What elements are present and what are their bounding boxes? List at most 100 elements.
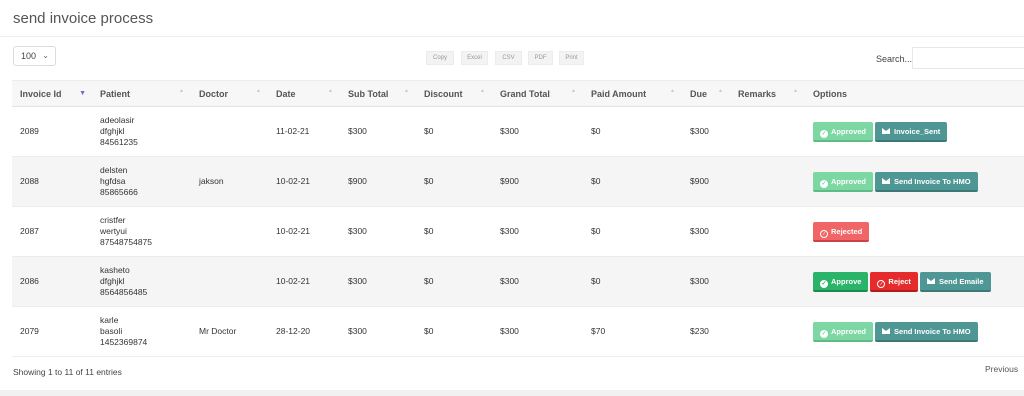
column-header-remarks[interactable]: Remarks ▲: [730, 80, 805, 107]
cell-discount: $0: [416, 156, 492, 207]
sort-icon: ▲: [718, 88, 723, 94]
cell-date: 10-02-21: [268, 256, 340, 307]
sort-icon: ▲: [328, 88, 333, 94]
column-header-grand-total[interactable]: Grand Total ▲: [492, 80, 583, 107]
invoice-panel: send invoice process 100 ⌄ Copy Excel CS…: [0, 0, 1024, 390]
previous-page-link[interactable]: Previous: [985, 364, 1018, 374]
check-circle-icon: ✓: [820, 329, 828, 338]
approved-button[interactable]: ✓ Approved: [813, 171, 874, 192]
cell-patient: karle basoli 1452369874: [92, 306, 191, 357]
cell-date: 28-12-20: [268, 306, 340, 357]
reject-button[interactable]: ∕ Reject: [870, 271, 918, 292]
cell-due: $900: [682, 156, 730, 207]
patient-line: adeolasir: [100, 115, 135, 125]
send-button[interactable]: Send Invoice To HMO: [875, 321, 978, 342]
csv-button[interactable]: CSV: [495, 51, 522, 65]
cell-date: 10-02-21: [268, 206, 340, 257]
invoice-table: Invoice Id ▼ Patient ▲ Doctor ▲ Date ▲ Sub Total…: [12, 80, 1024, 357]
sort-icon: ▲: [571, 88, 576, 94]
cell-sub-total: $300: [340, 306, 416, 357]
table-row: 2079 karle basoli 1452369874 Mr Doctor 28-12-…: [12, 306, 1024, 357]
sort-icon: ▲: [179, 88, 184, 94]
table-row: 2087 cristfer wertyui 87548754875 10-02-21 $3…: [12, 206, 1024, 257]
approved-button[interactable]: ✓ Approved: [813, 321, 874, 342]
cell-doctor: [191, 206, 268, 257]
column-header-discount[interactable]: Discount ▲: [416, 80, 492, 107]
pdf-button[interactable]: PDF: [528, 51, 553, 65]
print-button[interactable]: Print: [559, 51, 584, 65]
column-header-doctor[interactable]: Doctor ▲: [191, 80, 268, 107]
cell-patient: delsten hgfdsa 85865666: [92, 156, 191, 207]
patient-line: delsten: [100, 165, 128, 175]
sort-icon: ▲: [793, 88, 798, 94]
page-length-value: 100: [21, 51, 37, 61]
send-button[interactable]: Send Emaile: [919, 271, 991, 292]
cell-discount: $0: [416, 256, 492, 307]
check-circle-icon: ✓: [820, 129, 828, 138]
cell-date: 11-02-21: [268, 106, 340, 157]
button-label: Send Emaile: [938, 276, 984, 286]
patient-line: karle: [100, 315, 119, 325]
column-header-label: Remarks: [738, 88, 777, 99]
cell-remarks: [730, 156, 805, 207]
column-header-invoice-id[interactable]: Invoice Id ▼: [12, 80, 92, 107]
column-header-sub-total[interactable]: Sub Total ▲: [340, 80, 416, 107]
table-info: Showing 1 to 11 of 11 entries: [13, 367, 122, 377]
cell-sub-total: $300: [340, 256, 416, 307]
button-label: Approved: [831, 126, 867, 136]
patient-line: 87548754875: [100, 237, 153, 247]
patient-line: 85865666: [100, 187, 138, 197]
search-label: Search...: [876, 54, 913, 64]
column-header-date[interactable]: Date ▲: [268, 80, 340, 107]
excel-button[interactable]: Excel: [461, 51, 488, 65]
button-label: Rejected: [831, 226, 863, 236]
rejected-button[interactable]: ∕ Rejected: [813, 221, 870, 242]
send-button[interactable]: Invoice_Sent: [875, 121, 948, 142]
column-header-due[interactable]: Due ▲: [682, 80, 730, 107]
cell-options: ✓ Approve ∕ Reject Send Emaile: [805, 256, 1024, 307]
sort-desc-icon: ▼: [79, 90, 86, 97]
patient-line: 84561235: [100, 137, 138, 147]
cell-discount: $0: [416, 306, 492, 357]
cell-grand-total: $900: [492, 156, 583, 207]
cell-patient: cristfer wertyui 87548754875: [92, 206, 191, 257]
sort-icon: ▲: [480, 88, 485, 94]
approve-button[interactable]: ✓ Approve: [813, 271, 869, 292]
column-header-patient[interactable]: Patient ▲: [92, 80, 191, 107]
ban-icon: ∕: [820, 229, 828, 238]
cell-options: ✓ Approved Send Invoice To HMO: [805, 156, 1024, 207]
table-row: 2089 adeolasir dfghjkl 84561235 11-02-21 $300…: [12, 106, 1024, 157]
cell-grand-total: $300: [492, 256, 583, 307]
search-input[interactable]: [912, 47, 1024, 69]
cell-options: ✓ Approved Send Invoice To HMO: [805, 306, 1024, 357]
table-row: 2088 delsten hgfdsa 85865666 jakson 10-02-21 $…: [12, 156, 1024, 207]
column-header-label: Patient: [100, 88, 131, 99]
column-header-paid-amount[interactable]: Paid Amount ▲: [583, 80, 682, 107]
page-length-select[interactable]: 100 ⌄: [13, 46, 56, 66]
ban-icon: ∕: [877, 279, 886, 288]
column-header-label: Invoice Id: [20, 88, 62, 99]
patient-line: dfghjkl: [100, 126, 125, 136]
cell-remarks: [730, 306, 805, 357]
cell-grand-total: $300: [492, 306, 583, 357]
approved-button[interactable]: ✓ Approved: [813, 121, 874, 142]
cell-invoice-id: 2089: [12, 106, 92, 157]
cell-invoice-id: 2079: [12, 306, 92, 357]
cell-due: $300: [682, 106, 730, 157]
sort-icon: ▲: [404, 88, 409, 94]
button-label: Send Invoice To HMO: [894, 326, 971, 336]
cell-paid-amount: $0: [583, 106, 682, 157]
cell-sub-total: $300: [340, 106, 416, 157]
copy-button[interactable]: Copy: [426, 51, 454, 65]
column-header-options[interactable]: Options: [805, 80, 1024, 107]
table-body: 2089 adeolasir dfghjkl 84561235 11-02-21 $300…: [12, 106, 1024, 357]
button-label: Reject: [888, 276, 911, 286]
cell-discount: $0: [416, 206, 492, 257]
cell-sub-total: $900: [340, 156, 416, 207]
sort-icon: ▲: [256, 88, 261, 94]
check-circle-icon: ✓: [820, 279, 828, 288]
cell-patient: kasheto dfghjkl 8564856485: [92, 256, 191, 307]
send-button[interactable]: Send Invoice To HMO: [875, 171, 978, 192]
cell-doctor: jakson: [191, 156, 268, 207]
cell-remarks: [730, 206, 805, 257]
